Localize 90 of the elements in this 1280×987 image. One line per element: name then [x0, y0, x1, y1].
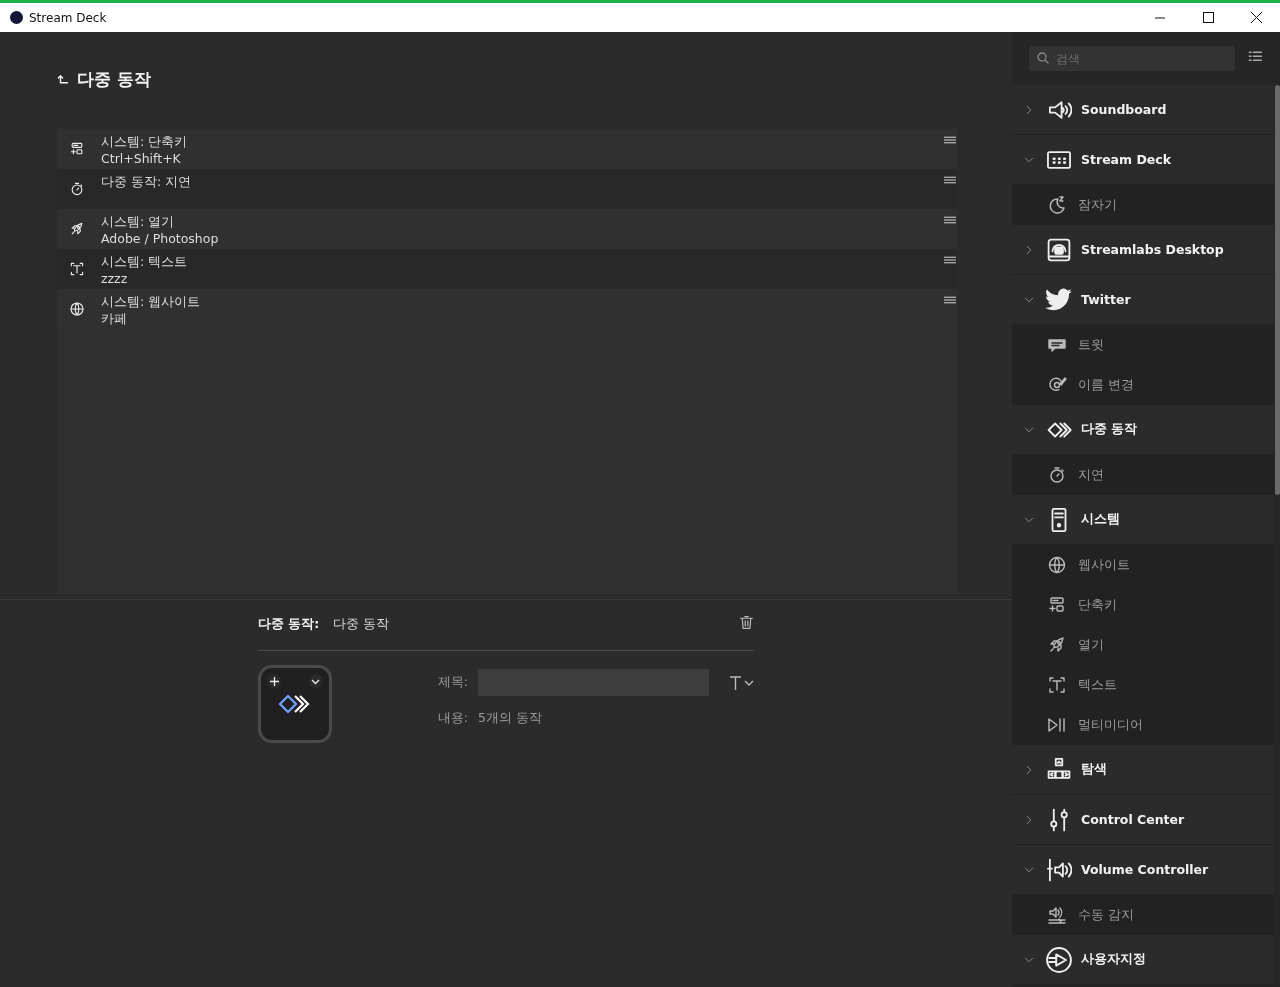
- action-row[interactable]: 다중 동작: 지연: [57, 169, 957, 209]
- category-header[interactable]: Streamlabs Desktop: [1012, 225, 1274, 275]
- window-title: Stream Deck: [29, 10, 108, 25]
- action-name: 이름 변경: [1078, 376, 1134, 394]
- action-detail: zzzz: [101, 270, 129, 287]
- action-name: 멀티미디어: [1078, 716, 1143, 734]
- content-value: 5개의 동작: [478, 710, 542, 727]
- maximize-icon: [1202, 12, 1214, 23]
- category-header[interactable]: Twitter: [1012, 275, 1274, 325]
- add-button[interactable]: [267, 674, 281, 688]
- key-preview[interactable]: [258, 665, 332, 743]
- category-header[interactable]: 다중 동작: [1012, 405, 1274, 455]
- action-item[interactable]: 트윗: [1012, 325, 1274, 365]
- text-tool-icon: [69, 261, 85, 277]
- action-item[interactable]: 단축키: [1012, 585, 1274, 625]
- action-row[interactable]: 시스템: 텍스트 zzzz: [57, 249, 957, 289]
- action-item[interactable]: 열기: [1012, 625, 1274, 665]
- rocket-icon: [69, 221, 85, 237]
- plus-icon: [269, 676, 279, 686]
- category-name: Stream Deck: [1081, 152, 1171, 167]
- action-item[interactable]: 멀티미디어: [1012, 705, 1274, 745]
- stopwatch-icon: [69, 181, 85, 197]
- action-name: 열기: [1078, 636, 1104, 654]
- category-header[interactable]: Volume Controller: [1012, 845, 1274, 895]
- dropdown-button[interactable]: [308, 674, 323, 688]
- category-header[interactable]: Control Center: [1012, 795, 1274, 845]
- bird-icon: [1045, 286, 1073, 313]
- action-item[interactable]: 잠자기: [1012, 185, 1274, 225]
- action-name: 단축키: [1078, 596, 1117, 614]
- action-name: 트윗: [1078, 336, 1104, 354]
- action-name: 텍스트: [1078, 676, 1117, 694]
- action-item[interactable]: 웹사이트: [1012, 545, 1274, 585]
- category-header[interactable]: Soundboard: [1012, 85, 1274, 135]
- obs-box-icon: [1046, 236, 1072, 263]
- action-item[interactable]: 지연: [1012, 455, 1274, 495]
- action-name: 지연: [1078, 466, 1104, 484]
- speaker-slider-icon: [1046, 856, 1072, 883]
- action-item[interactable]: 텍스트: [1012, 665, 1274, 705]
- close-icon: [1250, 12, 1262, 23]
- action-name: 잠자기: [1078, 196, 1117, 214]
- stopwatch-icon: [1047, 465, 1067, 485]
- action-title: 시스템: 텍스트: [101, 253, 189, 270]
- action-detail: 카페: [101, 310, 128, 327]
- text-caret-icon: [729, 674, 755, 691]
- action-title: 시스템: 단축키: [101, 133, 189, 150]
- trash-icon: [738, 614, 755, 631]
- action-name: 웹사이트: [1078, 556, 1130, 574]
- category-name: Volume Controller: [1081, 862, 1209, 877]
- keyboard-shortcut-icon: [69, 141, 85, 157]
- text-tool-icon: [1047, 675, 1067, 695]
- action-name: 수동 감지: [1078, 906, 1134, 924]
- search-field[interactable]: 검색: [1029, 46, 1235, 71]
- action-detail: Ctrl+Shift+K: [101, 150, 182, 167]
- app-logo-icon: [10, 11, 23, 24]
- scrollbar-thumb[interactable]: [1275, 85, 1280, 495]
- back-up-arrow-icon: [57, 72, 71, 87]
- sound-lines-icon: [1047, 905, 1067, 925]
- content-label: 내용:: [437, 710, 468, 727]
- action-detail: Adobe / Photoshop: [101, 230, 220, 247]
- category-header[interactable]: Stream Deck: [1012, 135, 1274, 185]
- action-title: 다중 동작: 지연: [101, 173, 193, 190]
- sleeping-moon-icon: [1047, 195, 1067, 215]
- globe-icon: [69, 301, 85, 317]
- page-title: 다중 동작: [77, 68, 151, 91]
- category-name: 탐색: [1081, 761, 1107, 778]
- font-menu-button[interactable]: [729, 674, 755, 691]
- category-header[interactable]: 시스템: [1012, 495, 1274, 545]
- category-name: Streamlabs Desktop: [1081, 242, 1224, 257]
- keyboard-shortcut-icon: [1047, 595, 1067, 615]
- category-name: 다중 동작: [1081, 421, 1138, 438]
- globe-icon: [1047, 555, 1067, 575]
- category-name: Soundboard: [1081, 102, 1167, 117]
- category-name: Control Center: [1081, 812, 1185, 827]
- title-label: 제목:: [437, 674, 468, 691]
- circle-plug-icon: [1045, 945, 1073, 974]
- category-header[interactable]: 탐색: [1012, 745, 1274, 795]
- category-name: 사용자지정: [1081, 951, 1146, 968]
- diamond-chevrons-icon: [277, 692, 312, 716]
- action-title: 시스템: 열기: [101, 213, 176, 230]
- action-item[interactable]: 수동 감지: [1012, 895, 1274, 935]
- rocket-icon: [1047, 635, 1067, 655]
- category-name: 시스템: [1081, 511, 1120, 528]
- action-type-value: 다중 동작: [333, 615, 391, 633]
- action-item[interactable]: 이름 변경: [1012, 365, 1274, 405]
- action-title: 시스템: 웹사이트: [101, 293, 202, 310]
- category-header[interactable]: 사용자지정: [1012, 935, 1274, 985]
- category-name: Twitter: [1081, 292, 1131, 307]
- play-pause-icon: [1047, 715, 1067, 735]
- search-icon: [1037, 52, 1049, 64]
- action-type-label: 다중 동작:: [258, 615, 320, 633]
